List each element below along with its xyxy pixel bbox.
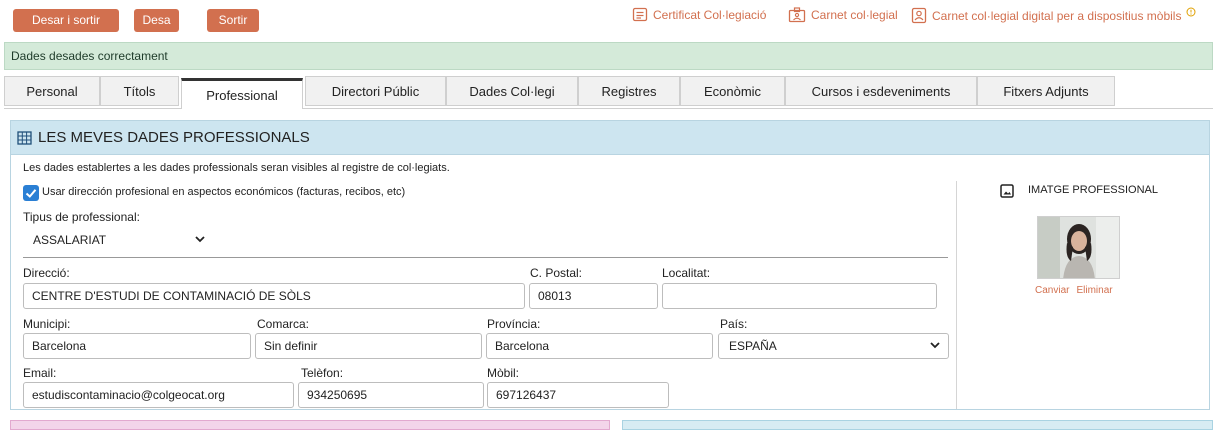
- direccio-label: Direcció:: [23, 266, 70, 280]
- tab-directori-public[interactable]: Directori Públic: [305, 76, 446, 106]
- digital-card-link[interactable]: Carnet col·legial digital per a disposit…: [911, 7, 1196, 24]
- panel-title: LES MEVES DADES PROFESSIONALS: [38, 129, 310, 146]
- pais-value: ESPAÑA: [729, 339, 777, 353]
- localitat-input[interactable]: [662, 283, 937, 309]
- form-divider: [23, 257, 948, 258]
- save-and-exit-button[interactable]: Desar i sortir: [13, 9, 119, 32]
- pais-label: País:: [720, 317, 748, 331]
- mobil-label: Mòbil:: [487, 366, 520, 380]
- visibility-note: Les dades establertes a les dades profes…: [23, 162, 450, 174]
- tab-titols[interactable]: Títols: [100, 76, 179, 106]
- comarca-label: Comarca:: [257, 317, 310, 331]
- professional-type-label: Tipus de professional:: [23, 210, 140, 224]
- image-section-title: IMATGE PROFESSIONAL: [1028, 184, 1158, 196]
- check-icon: [25, 189, 37, 198]
- bottom-right-panel: [622, 420, 1213, 430]
- digital-card-link-label: Carnet col·legial digital per a disposit…: [932, 8, 1182, 23]
- municipi-input[interactable]: Barcelona: [23, 333, 251, 359]
- comarca-input[interactable]: Sin definir: [255, 333, 482, 359]
- checkbox-label: Usar dirección profesional en aspectos e…: [42, 186, 406, 198]
- save-button[interactable]: Desa: [134, 9, 179, 32]
- id-card-icon: [788, 7, 806, 23]
- direccio-input[interactable]: CENTRE D'ESTUDI DE CONTAMINACIÓ DE SÒLS: [23, 283, 525, 309]
- success-banner: Dades desades correctament: [4, 42, 1213, 70]
- panel-header: LES MEVES DADES PROFESSIONALS: [11, 121, 1209, 155]
- change-photo-link[interactable]: Canviar: [1035, 285, 1069, 296]
- professional-data-panel: LES MEVES DADES PROFESSIONALS Les dades …: [10, 120, 1210, 410]
- telefon-input[interactable]: 934250695: [298, 382, 484, 408]
- provincia-input[interactable]: Barcelona: [486, 333, 713, 359]
- tab-fitxers-adjunts[interactable]: Fitxers Adjunts: [977, 76, 1115, 106]
- image-icon: [1000, 184, 1014, 198]
- provincia-label: Província:: [487, 317, 541, 331]
- info-icon: [1186, 7, 1196, 16]
- certificate-link-label: Certificat Col·legiació: [653, 7, 767, 22]
- email-input[interactable]: estudiscontaminacio@colgeocat.org: [23, 382, 294, 408]
- postal-code-label: C. Postal:: [530, 266, 583, 280]
- column-separator: [956, 181, 957, 409]
- localitat-label: Localitat:: [662, 266, 711, 280]
- building-icon: [17, 130, 32, 145]
- card-link-label: Carnet col·legial: [811, 8, 898, 22]
- tab-personal[interactable]: Personal: [4, 76, 100, 106]
- professional-type-select[interactable]: ASSALARIAT: [23, 229, 209, 251]
- photo-actions: Canviar Eliminar: [1035, 285, 1113, 296]
- economic-address-checkbox[interactable]: [23, 185, 39, 201]
- tab-dades-collegi[interactable]: Dades Col·legi: [446, 76, 578, 106]
- badge-icon: [911, 7, 927, 24]
- chevron-down-icon: [930, 342, 940, 349]
- tab-professional[interactable]: Professional: [181, 78, 303, 109]
- telefon-label: Telèfon:: [301, 366, 344, 380]
- mobil-input[interactable]: 697126437: [487, 382, 669, 408]
- tab-registres[interactable]: Registres: [578, 76, 680, 106]
- pais-select[interactable]: ESPAÑA: [718, 333, 949, 359]
- remove-photo-link[interactable]: Eliminar: [1076, 285, 1112, 296]
- document-icon: [632, 7, 648, 22]
- tab-cursos[interactable]: Cursos i esdeveniments: [785, 76, 977, 106]
- tab-bar: Personal Títols Professional Directori P…: [4, 76, 1213, 109]
- certificate-link[interactable]: Certificat Col·legiació: [632, 7, 766, 22]
- bottom-left-panel: [10, 420, 610, 430]
- chevron-down-icon: [195, 236, 205, 243]
- professional-type-value: ASSALARIAT: [33, 233, 107, 247]
- email-label: Email:: [23, 366, 57, 380]
- card-link[interactable]: Carnet col·legial: [788, 7, 898, 23]
- tab-economic[interactable]: Econòmic: [680, 76, 785, 106]
- municipi-label: Municipi:: [23, 317, 71, 331]
- professional-photo: [1037, 216, 1120, 279]
- exit-button[interactable]: Sortir: [207, 9, 259, 32]
- postal-code-input[interactable]: 08013: [529, 283, 658, 309]
